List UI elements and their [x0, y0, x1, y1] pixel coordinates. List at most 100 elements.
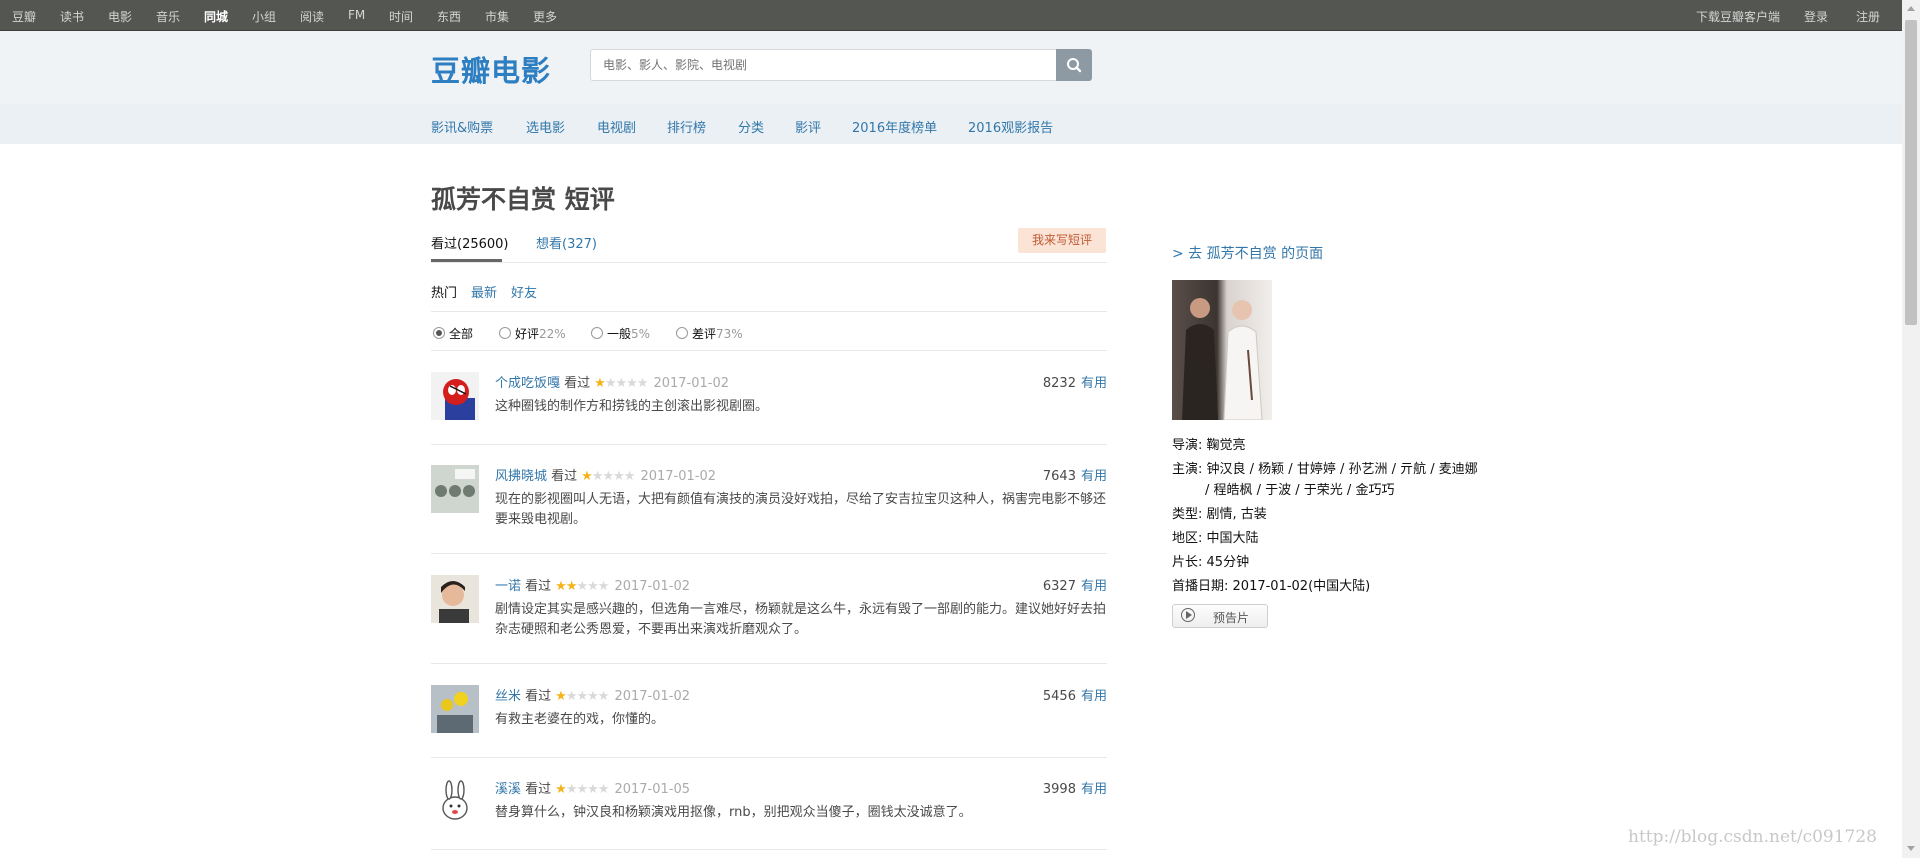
- comment-status: 看过: [525, 782, 552, 797]
- useful-button[interactable]: 有用: [1081, 376, 1107, 391]
- radio[interactable]: [676, 327, 688, 339]
- rating-stars: ★★★★★: [555, 782, 609, 797]
- comment-votes: 7643 有用: [1043, 465, 1107, 484]
- page-scrollbar[interactable]: [1902, 0, 1920, 858]
- radio[interactable]: [591, 327, 603, 339]
- radio-checked[interactable]: [433, 327, 445, 339]
- comment-date: 2017-01-02: [653, 376, 730, 391]
- sub-nav-explore[interactable]: 选电影: [526, 117, 565, 136]
- comment-item: 风拂晓城 看过 ★★★★★ 2017-01-02 7643 有用 现在的影视圈叫人无语…: [431, 465, 1107, 555]
- global-nav-douban[interactable]: 豆瓣: [12, 8, 36, 25]
- divider: [431, 757, 1107, 758]
- divider: [431, 444, 1107, 445]
- comment-text: 剧情设定其实是感兴趣的，但选角一言难尽，杨颖就是这么牛，永远有毁了一部剧的能力。…: [495, 602, 1107, 637]
- sub-nav-tv[interactable]: 电视剧: [597, 117, 636, 136]
- global-nav-time[interactable]: 时间: [389, 8, 413, 25]
- comment-user[interactable]: 溪溪: [495, 782, 521, 797]
- cast-list[interactable]: 钟汉良 / 杨颖 / 甘婷婷 / 孙艺洲 / 亓航 / 麦迪娜: [1207, 462, 1478, 477]
- tab-wish[interactable]: 想看(327): [536, 233, 597, 252]
- comment-item: 一诺 看过 ★★★★★ 2017-01-02 6327 有用 剧情设定其实是感兴趣的，…: [431, 575, 1107, 665]
- global-nav: 豆瓣 读书 电影 音乐 同城 小组 阅读 FM 时间 东西 市集 更多 下载豆瓣…: [0, 0, 1902, 31]
- cast-list-2[interactable]: / 程皓枫 / 于波 / 于荣光 / 金巧巧: [1205, 483, 1394, 498]
- vote-count: 7643: [1042, 469, 1076, 484]
- comment-user[interactable]: 风拂晓城: [495, 469, 547, 484]
- comment-meta: 一诺 看过 ★★★★★ 2017-01-02: [495, 575, 690, 594]
- useful-button[interactable]: 有用: [1081, 579, 1107, 594]
- global-nav-things[interactable]: 东西: [437, 8, 461, 25]
- filter-negative[interactable]: 差评73%: [676, 325, 743, 342]
- global-nav-group[interactable]: 小组: [252, 8, 276, 25]
- info-premiere: 首播日期: 2017-01-02(中国大陆): [1172, 579, 1371, 594]
- sub-nav: 影讯&购票 选电影 电视剧 排行榜 分类 影评 2016年度榜单 2016观影报…: [0, 104, 1902, 144]
- trailer-button[interactable]: 预告片: [1172, 604, 1268, 628]
- play-icon: [1181, 608, 1195, 622]
- comment-date: 2017-01-05: [614, 782, 691, 797]
- director-link[interactable]: 鞠觉亮: [1207, 438, 1246, 453]
- sub-nav-reviews[interactable]: 影评: [795, 117, 821, 136]
- write-comment-button[interactable]: 我来写短评: [1018, 228, 1106, 253]
- sub-nav-annual-list[interactable]: 2016年度榜单: [852, 117, 937, 136]
- info-cast: 主演: 钟汉良 / 杨颖 / 甘婷婷 / 孙艺洲 / 亓航 / 麦迪娜: [1172, 462, 1478, 477]
- vote-count: 6327: [1042, 579, 1076, 594]
- filter-positive[interactable]: 好评22%: [499, 325, 566, 342]
- comment-status: 看过: [525, 579, 552, 594]
- search-input[interactable]: [591, 50, 1056, 80]
- useful-button[interactable]: 有用: [1081, 689, 1107, 704]
- global-nav-music[interactable]: 音乐: [156, 8, 180, 25]
- global-nav-book[interactable]: 读书: [60, 8, 84, 25]
- tab-watched[interactable]: 看过(25600): [431, 233, 509, 252]
- divider: [431, 311, 1107, 312]
- vote-count: 8232: [1042, 376, 1076, 391]
- avatar[interactable]: [431, 465, 479, 513]
- comment-text: 替身算什么，钟汉良和杨颖演戏用抠像，rnb，别把观众当傻子，圈钱太没诚意了。: [495, 805, 972, 820]
- sub-nav-annual-report[interactable]: 2016观影报告: [968, 117, 1053, 136]
- sub-nav-chart[interactable]: 排行榜: [667, 117, 706, 136]
- avatar[interactable]: [431, 575, 479, 623]
- filter-neutral[interactable]: 一般5%: [591, 325, 650, 342]
- global-nav-fm[interactable]: FM: [348, 8, 365, 22]
- search-icon: [1067, 58, 1082, 73]
- avatar[interactable]: [431, 778, 479, 826]
- sort-friends[interactable]: 好友: [511, 282, 537, 301]
- comment-votes: 3998 有用: [1043, 778, 1107, 797]
- comment-user[interactable]: 丝米: [495, 689, 521, 704]
- douban-movie-logo[interactable]: 豆瓣电影: [431, 48, 551, 90]
- scroll-thumb[interactable]: [1905, 20, 1917, 325]
- global-nav-more[interactable]: 更多: [533, 8, 557, 25]
- sort-new[interactable]: 最新: [471, 282, 497, 301]
- useful-button[interactable]: 有用: [1081, 469, 1107, 484]
- filter-all[interactable]: 全部: [433, 325, 473, 342]
- sub-nav-showtimes[interactable]: 影讯&购票: [431, 117, 493, 136]
- scroll-down-arrow-icon[interactable]: [1907, 846, 1915, 851]
- divider: [431, 663, 1107, 664]
- useful-button[interactable]: 有用: [1081, 782, 1107, 797]
- subject-page-link[interactable]: > 去 孤芳不自赏 的页面: [1172, 243, 1323, 263]
- comment-status: 看过: [525, 689, 552, 704]
- scroll-up-arrow-icon[interactable]: [1907, 6, 1915, 11]
- global-nav-local[interactable]: 同城: [204, 8, 228, 25]
- comment-user[interactable]: 个成吃饭嘎: [495, 376, 560, 391]
- search-button[interactable]: [1056, 49, 1092, 81]
- comment-meta: 个成吃饭嘎 看过 ★★★★★ 2017-01-02: [495, 372, 729, 391]
- comment-item: 溪溪 看过 ★★★★★ 2017-01-05 3998 有用 替身算什么，钟汉良和杨颖…: [431, 778, 1107, 848]
- login-link[interactable]: 登录: [1804, 8, 1828, 25]
- download-app-link[interactable]: 下载豆瓣客户端: [1696, 8, 1780, 25]
- info-director: 导演: 鞠觉亮: [1172, 438, 1246, 453]
- avatar[interactable]: [431, 685, 479, 733]
- comment-user[interactable]: 一诺: [495, 579, 521, 594]
- movie-poster[interactable]: [1172, 280, 1272, 420]
- page-title: 孤芳不自赏 短评: [431, 185, 615, 214]
- sub-nav-category[interactable]: 分类: [738, 117, 764, 136]
- radio[interactable]: [499, 327, 511, 339]
- global-nav-movie[interactable]: 电影: [108, 8, 132, 25]
- comment-meta: 溪溪 看过 ★★★★★ 2017-01-05: [495, 778, 690, 797]
- avatar[interactable]: [431, 372, 479, 420]
- global-nav-read[interactable]: 阅读: [300, 8, 324, 25]
- comment-text: 有救主老婆在的戏，你懂的。: [495, 712, 665, 727]
- comment-meta: 风拂晓城 看过 ★★★★★ 2017-01-02: [495, 465, 716, 484]
- divider: [431, 849, 1107, 850]
- sort-hot[interactable]: 热门: [431, 282, 457, 301]
- register-link[interactable]: 注册: [1856, 8, 1880, 25]
- global-nav-market[interactable]: 市集: [485, 8, 509, 25]
- vote-count: 3998: [1042, 782, 1076, 797]
